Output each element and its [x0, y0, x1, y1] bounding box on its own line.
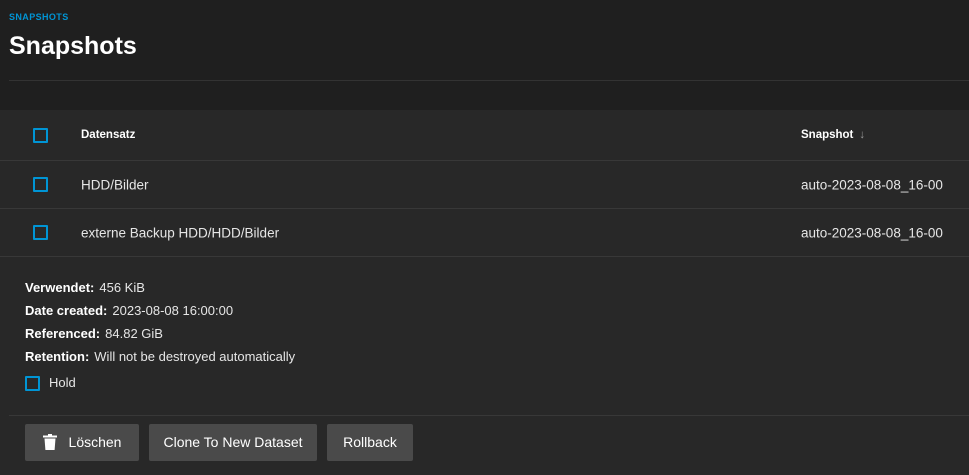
dataset-cell: HDD/Bilder [81, 177, 149, 192]
row-checkbox[interactable] [33, 225, 48, 240]
row-checkbox[interactable] [33, 177, 48, 192]
sort-arrow-down-icon[interactable]: ↓ [859, 129, 865, 141]
delete-button-label: Löschen [68, 434, 122, 450]
breadcrumb[interactable]: SNAPSHOTS [9, 12, 69, 22]
column-header-dataset-label: Datensatz [81, 129, 136, 141]
snapshots-page: SNAPSHOTS Snapshots Datensatz Snapshot ↓ … [0, 0, 969, 475]
delete-button[interactable]: Löschen [25, 424, 139, 461]
detail-created-label: Date created: [25, 303, 108, 318]
detail-retention-value: Will not be destroyed automatically [94, 349, 296, 364]
hold-label[interactable]: Hold [49, 375, 76, 391]
hold-checkbox[interactable] [25, 376, 40, 391]
detail-created-value: 2023-08-08 16:00:00 [112, 303, 234, 318]
column-header-snapshot[interactable]: Snapshot ↓ [801, 129, 865, 141]
detail-used: Verwendet: 456 KiB [25, 276, 295, 299]
table-row-expanded[interactable]: externe Backup HDD/HDD/Bilder auto-2023-… [0, 208, 969, 257]
table-row[interactable]: HDD/Bilder auto-2023-08-08_16-00 [0, 160, 969, 208]
detail-referenced: Referenced: 84.82 GiB [25, 322, 295, 345]
detail-created: Date created: 2023-08-08 16:00:00 [25, 299, 295, 322]
table-header-row: Datensatz Snapshot ↓ [0, 110, 969, 160]
title-divider [9, 80, 969, 81]
actions-divider [9, 415, 969, 416]
column-header-dataset[interactable]: Datensatz [81, 129, 135, 141]
rollback-button[interactable]: Rollback [327, 424, 413, 461]
clone-to-new-dataset-button[interactable]: Clone To New Dataset [149, 424, 317, 461]
detail-used-label: Verwendet: [25, 280, 95, 295]
snapshot-details: Verwendet: 456 KiB Date created: 2023-08-0… [25, 276, 295, 368]
detail-retention: Retention: Will not be destroyed automati… [25, 345, 295, 368]
detail-used-value: 456 KiB [99, 280, 145, 295]
page-title: Snapshots [9, 32, 137, 60]
detail-referenced-value: 84.82 GiB [105, 326, 163, 341]
trash-icon [42, 433, 57, 450]
detail-retention-label: Retention: [25, 349, 90, 364]
clone-button-label: Clone To New Dataset [163, 434, 303, 450]
rollback-button-label: Rollback [343, 434, 397, 450]
snapshots-table-card: Datensatz Snapshot ↓ HDD/Bilder auto-2023… [0, 110, 969, 475]
dataset-cell: externe Backup HDD/HDD/Bilder [81, 225, 280, 240]
select-all-checkbox[interactable] [33, 127, 48, 143]
column-header-snapshot-label: Snapshot [801, 129, 854, 141]
snapshot-cell: auto-2023-08-08_16-00 [801, 177, 943, 192]
detail-referenced-label: Referenced: [25, 326, 101, 341]
snapshot-cell: auto-2023-08-08_16-00 [801, 225, 943, 240]
